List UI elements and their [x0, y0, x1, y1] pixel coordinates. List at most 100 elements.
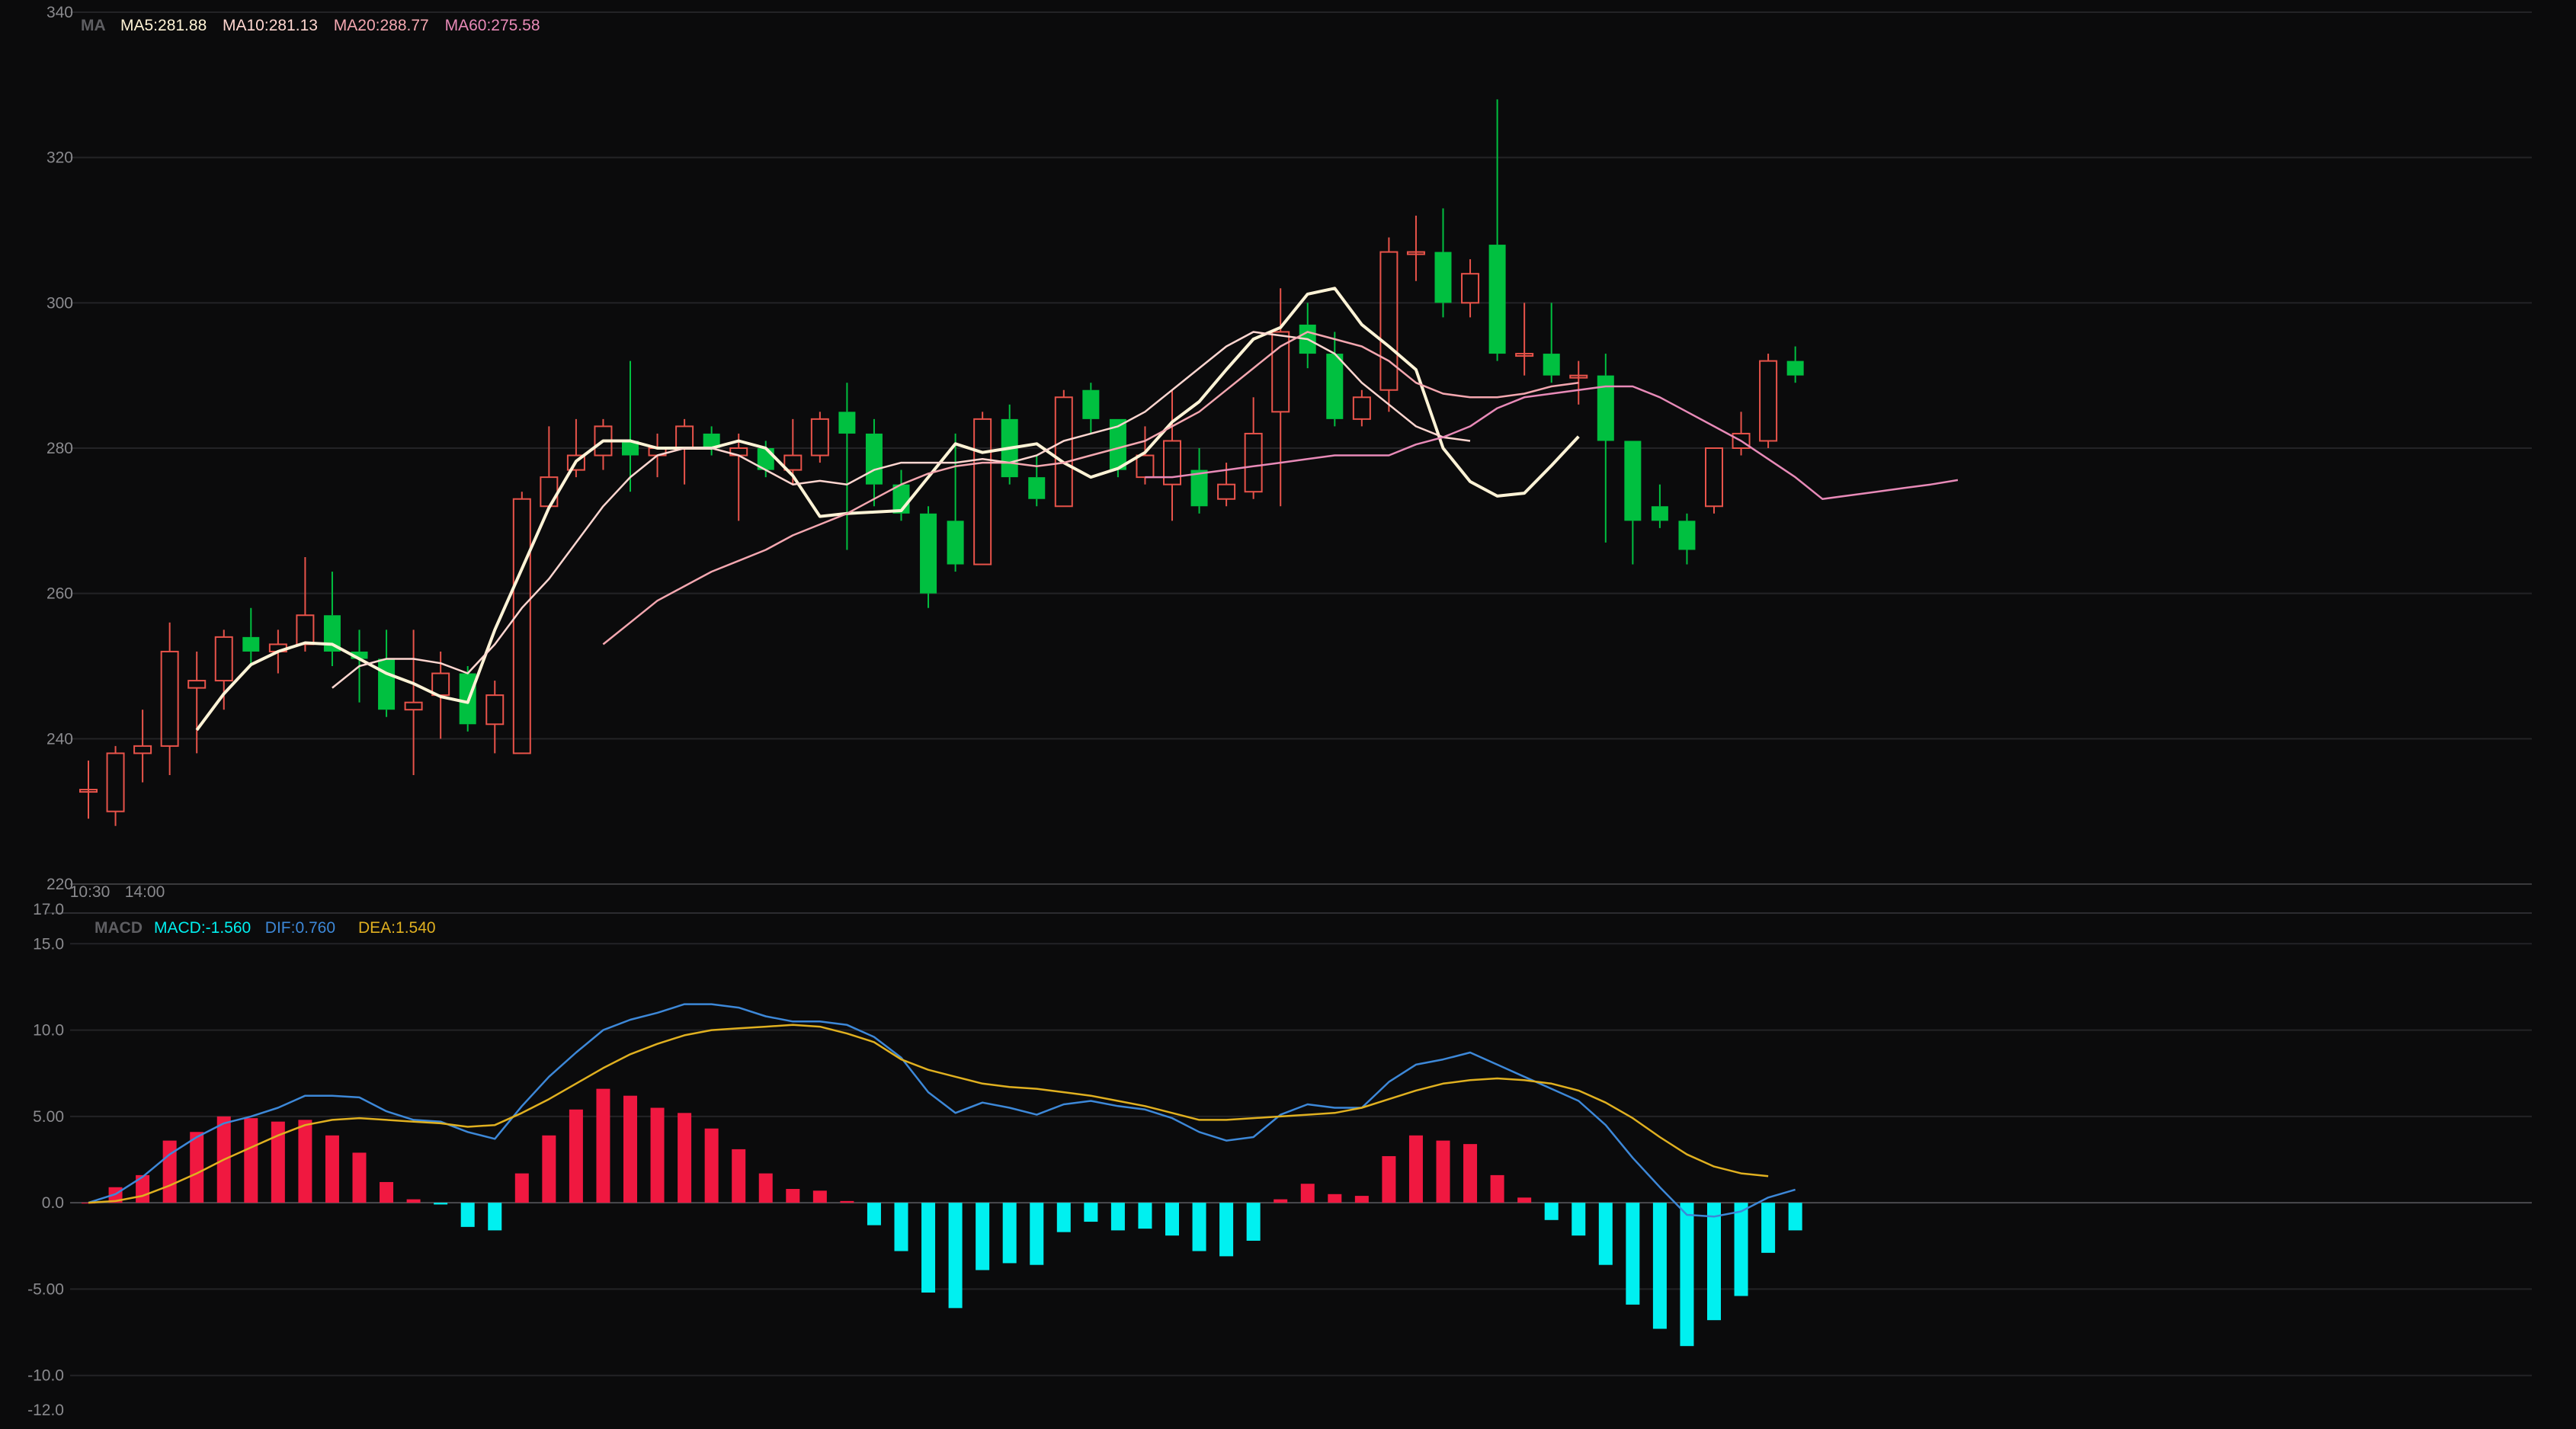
candle-body: [1678, 521, 1696, 550]
candle: [1624, 441, 1642, 565]
macd-bar: [352, 1152, 367, 1203]
candle-body: [133, 745, 152, 755]
ma-line-ma60: [1145, 385, 1959, 500]
candle: [1651, 484, 1668, 528]
macd-line-dea: [88, 1024, 1769, 1204]
macd-bar: [162, 1140, 177, 1203]
macd-tick-label: -5.00: [27, 1280, 64, 1298]
candle-body: [838, 412, 856, 434]
price-legend: MA MA5:281.88 MA10:281.13 MA20:288.77 MA60:2…: [81, 17, 540, 34]
price-tick-label: 320: [46, 149, 73, 167]
legend-item: MA10:281.13: [223, 17, 318, 34]
legend-label: MA: [81, 17, 106, 34]
candle: [1678, 513, 1696, 565]
candle-body: [540, 476, 559, 508]
legend-item: MA20:288.77: [334, 17, 429, 34]
candle-body: [296, 614, 315, 646]
ma-line-ma20: [602, 331, 1579, 646]
macd-bar: [1328, 1194, 1342, 1203]
macd-bar: [1408, 1135, 1423, 1203]
candle: [675, 418, 694, 485]
candle-body: [214, 636, 233, 682]
candle: [1434, 208, 1452, 318]
macd-bar: [325, 1135, 339, 1203]
candle: [296, 557, 315, 652]
candle-body: [1379, 251, 1399, 391]
candle: [920, 506, 937, 608]
candle: [1461, 259, 1480, 318]
macd-bar: [1246, 1203, 1261, 1241]
candle: [947, 433, 964, 572]
legend-item: DEA:1.540: [358, 919, 436, 937]
macd-bar: [434, 1203, 448, 1205]
candle: [214, 630, 233, 710]
grid: [46, 11, 2532, 1376]
candle: [1515, 303, 1534, 376]
candle-body: [1543, 354, 1560, 376]
candle-body: [1488, 245, 1506, 354]
macd-bar: [1300, 1184, 1315, 1203]
macd-bar: [1138, 1203, 1152, 1229]
macd-bar: [298, 1120, 312, 1203]
candle-body: [1028, 477, 1046, 499]
macd-bar: [948, 1203, 963, 1309]
macd-bar: [623, 1095, 637, 1203]
candle: [1759, 354, 1778, 448]
candle-body: [512, 498, 531, 755]
candle: [1352, 389, 1371, 427]
macd-bar: [1110, 1203, 1125, 1231]
macd-bar: [542, 1135, 556, 1203]
time-tick-label: 10:30: [70, 883, 111, 901]
macd-bar: [190, 1132, 204, 1203]
candle-body: [675, 425, 694, 450]
time-tick-label: 14:00: [125, 883, 165, 901]
candle-body: [1786, 360, 1804, 376]
price-tick-label: 260: [46, 585, 73, 603]
candle-body: [431, 672, 450, 697]
candle-body: [1461, 273, 1480, 304]
macd-bar: [1436, 1140, 1450, 1203]
candle: [79, 760, 98, 819]
macd-line-dif: [88, 1003, 1796, 1218]
macd-legend: MACD MACD:-1.560 DIF:0.760 DEA:1.540: [95, 919, 436, 937]
macd-tick-label: 0.0: [42, 1194, 64, 1212]
macd-tick-label: 10.0: [33, 1022, 64, 1040]
candle-body: [810, 418, 829, 457]
macd-bar: [1382, 1155, 1396, 1203]
macd-bar: [1598, 1203, 1613, 1265]
candle: [1326, 332, 1344, 427]
candle: [1001, 404, 1018, 485]
candle: [540, 426, 559, 508]
candle-body: [1244, 432, 1263, 493]
price-tick-label: 280: [46, 440, 73, 457]
macd-y-axis: 17.0 15.0 10.0 5.00 0.0 -5.00 -10.0 -12.0: [27, 901, 64, 1419]
macd-bar: [406, 1199, 421, 1203]
macd-tick-label: -10.0: [27, 1367, 64, 1385]
candle: [1488, 99, 1506, 361]
macd-bar: [514, 1173, 529, 1203]
candle: [1406, 215, 1425, 281]
candle-body: [947, 521, 964, 565]
candle: [1543, 303, 1560, 383]
legend-item: MA5:281.88: [120, 17, 207, 34]
macd-bar: [867, 1203, 881, 1226]
candle: [865, 418, 883, 507]
candle: [892, 469, 910, 521]
macd-bar: [1165, 1203, 1179, 1236]
macd-bar: [1652, 1203, 1667, 1329]
price-y-axis: 340320300280260240220: [46, 4, 73, 893]
macd-bar: [1734, 1203, 1748, 1296]
macd-bar: [1354, 1196, 1369, 1203]
candle-body: [404, 701, 423, 711]
candle-body: [1217, 483, 1236, 500]
candle: [1705, 447, 1723, 514]
macd-bar: [488, 1203, 502, 1231]
price-tick-label: 340: [46, 4, 73, 21]
candle-body: [187, 680, 207, 689]
macd-bar: [460, 1203, 475, 1227]
candle-body: [1651, 506, 1668, 521]
ma-line-ma5: [195, 287, 1580, 732]
macd-bar: [758, 1173, 773, 1203]
macd-bar: [1626, 1203, 1640, 1305]
moving-average-lines: [195, 287, 1959, 732]
